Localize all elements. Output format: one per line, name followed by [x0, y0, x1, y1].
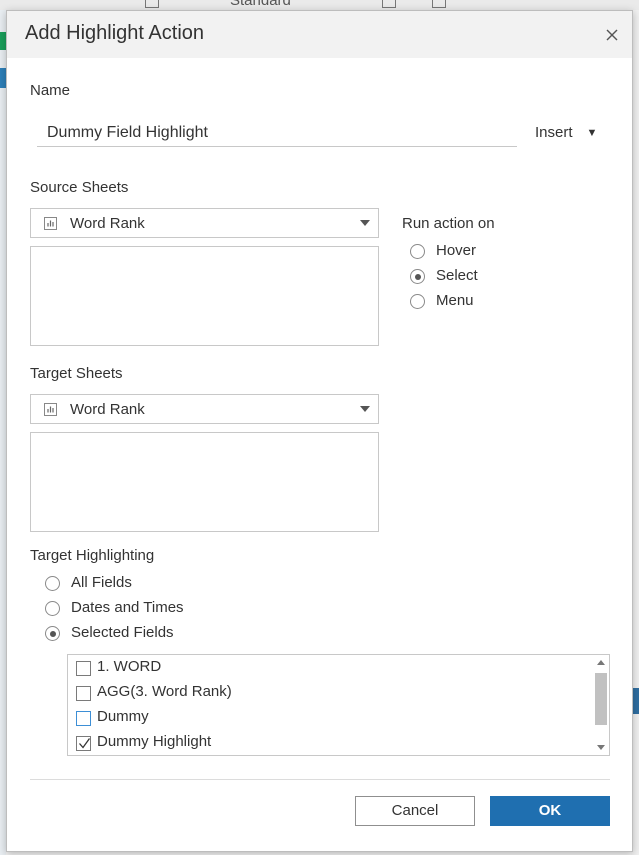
insert-field-button[interactable]: Insert ▼ — [535, 124, 597, 141]
scroll-up-icon[interactable] — [597, 659, 605, 667]
radio-hover-label: Hover — [436, 242, 477, 259]
caret-down-icon: ▼ — [586, 127, 598, 139]
target-sheets-label: Target Sheets — [30, 365, 123, 382]
checkbox[interactable] — [76, 736, 91, 751]
checkbox[interactable] — [76, 711, 91, 726]
radio-button[interactable] — [410, 294, 425, 309]
radio-select-label: Select — [436, 267, 478, 284]
field-label: Dummy Highlight — [97, 733, 212, 750]
close-icon — [606, 29, 618, 41]
run-action-label: Run action on — [402, 215, 495, 232]
field-label: Dummy — [97, 708, 149, 725]
radio-button[interactable] — [45, 601, 60, 616]
source-sheets-dropdown[interactable]: Word Rank — [30, 208, 379, 238]
source-sheets-list[interactable] — [30, 246, 379, 346]
toolbar-text: Standard — [230, 0, 291, 9]
footer-divider — [30, 779, 610, 780]
ok-button[interactable]: OK — [490, 796, 610, 826]
scrollbar-thumb[interactable] — [595, 673, 607, 725]
checkbox[interactable] — [76, 661, 91, 676]
name-label: Name — [30, 82, 71, 99]
toolbar-icon — [182, 0, 194, 6]
radio-button[interactable] — [45, 576, 60, 591]
dialog-title-bar: Add Highlight Action — [7, 11, 632, 58]
target-highlighting-label: Target Highlighting — [30, 547, 155, 564]
target-sheets-list[interactable] — [30, 432, 379, 532]
name-input[interactable] — [37, 119, 517, 147]
scroll-down-icon[interactable] — [597, 743, 605, 751]
radio-all-fields-label: All Fields — [71, 574, 132, 591]
insert-label: Insert — [535, 124, 573, 141]
checkbox[interactable] — [76, 686, 91, 701]
radio-button[interactable] — [410, 269, 425, 284]
radio-selected-fields-label: Selected Fields — [71, 624, 174, 641]
checkmark-icon — [79, 738, 91, 749]
dialog-title: Add Highlight Action — [25, 22, 205, 44]
close-button[interactable] — [600, 23, 624, 47]
radio-button[interactable] — [45, 626, 60, 641]
field-label: 1. WORD — [97, 658, 162, 675]
source-sheets-label: Source Sheets — [30, 179, 129, 196]
caret-down-icon — [360, 406, 370, 412]
bar-chart-sheet-icon — [44, 403, 57, 416]
target-sheets-dropdown[interactable]: Word Rank — [30, 394, 379, 424]
toolbar-icon — [145, 0, 159, 8]
source-sheets-value: Word Rank — [70, 215, 145, 232]
bar-chart-sheet-icon — [44, 217, 57, 230]
radio-menu-label: Menu — [436, 292, 474, 309]
add-highlight-action-dialog: Add Highlight Action Name Insert ▼ Source… — [6, 10, 633, 852]
field-label: AGG(3. Word Rank) — [97, 683, 232, 700]
caret-down-icon — [360, 220, 370, 226]
toolbar-icon — [382, 0, 396, 8]
toolbar-icon — [432, 0, 446, 8]
radio-dates-and-times-label: Dates and Times — [71, 599, 184, 616]
selected-fields-list[interactable]: 1. WORD AGG(3. Word Rank) Dummy Dummy Hi… — [67, 654, 610, 756]
fields-scrollbar[interactable] — [593, 655, 609, 755]
cancel-button[interactable]: Cancel — [355, 796, 475, 826]
target-sheets-value: Word Rank — [70, 401, 145, 418]
radio-button[interactable] — [410, 244, 425, 259]
